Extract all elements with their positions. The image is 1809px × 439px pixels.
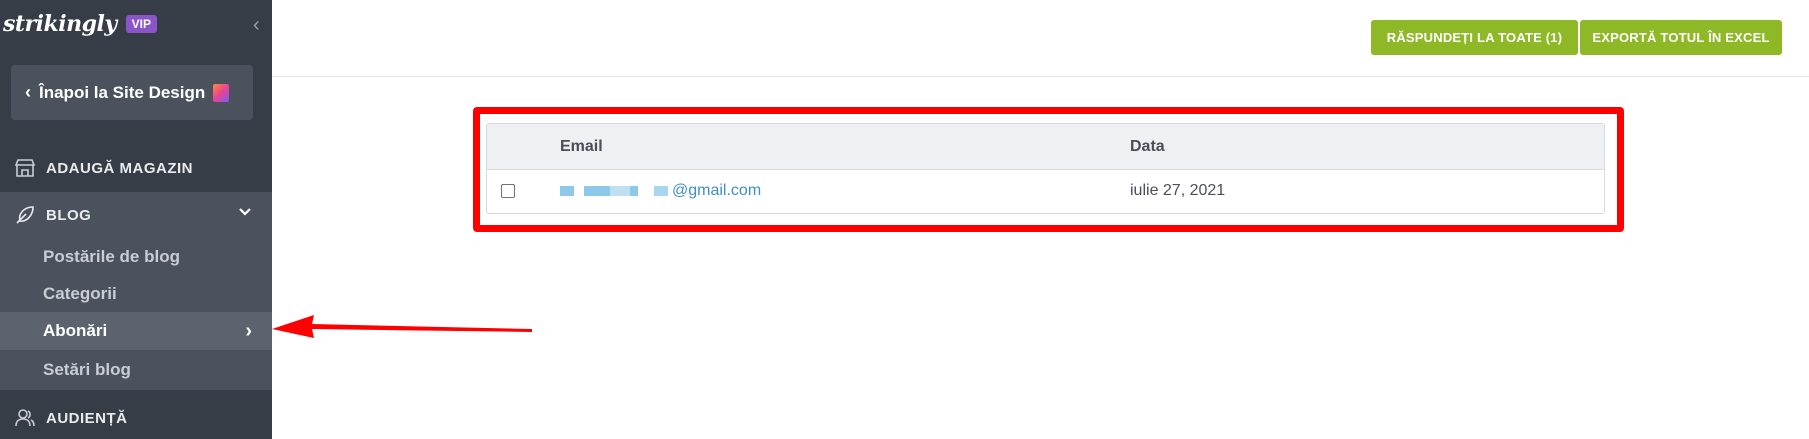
sidebar-item-label: ADAUGĂ MAGAZIN <box>46 159 193 177</box>
email-suffix: @gmail.com <box>672 182 762 199</box>
site-design-icon <box>213 83 230 102</box>
table-row: @gmail.com iulie 27, 2021 <box>487 170 1604 213</box>
subitem-label: Abonări <box>43 321 108 340</box>
store-icon <box>12 156 38 180</box>
subscribers-table: Email Data @gmail.com iulie 27, 2021 <box>486 123 1605 214</box>
sidebar-item-label: AUDIENȚĂ <box>46 409 128 427</box>
feather-icon <box>12 203 38 227</box>
row-checkbox[interactable] <box>501 184 515 198</box>
subitem-label: Postările de blog <box>43 247 180 266</box>
strikingly-logo: strikingly <box>3 11 117 37</box>
top-bar <box>272 0 1809 77</box>
sidebar-subitem-blog-posts[interactable]: Postările de blog <box>0 238 272 276</box>
export-excel-button[interactable]: EXPORTĂ TOTUL ÎN EXCEL <box>1580 20 1782 55</box>
chevron-down-icon <box>238 205 252 223</box>
subitem-label: Categorii <box>43 284 117 303</box>
chevron-left-icon: ‹ <box>25 82 31 102</box>
sidebar-item-blog[interactable]: BLOG <box>0 192 272 238</box>
sidebar-subitem-blog-settings[interactable]: Setări blog <box>0 350 272 390</box>
subscriber-email[interactable]: @gmail.com <box>560 182 761 200</box>
sidebar-subitem-categories[interactable]: Categorii <box>0 276 272 312</box>
sidebar: strikingly VIP ‹ ‹ Înapoi la Site Design… <box>0 0 272 439</box>
reply-all-button[interactable]: RĂSPUNDEȚI LA TOATE (1) <box>1371 20 1578 55</box>
redacted-email-prefix <box>560 186 668 196</box>
column-header-email: Email <box>560 138 603 155</box>
chevron-left-icon[interactable]: ‹ <box>253 14 260 37</box>
subitem-label: Setări blog <box>43 360 131 379</box>
vip-badge: VIP <box>125 15 157 33</box>
table-header: Email Data <box>487 124 1604 170</box>
app: strikingly VIP ‹ ‹ Înapoi la Site Design… <box>0 0 1809 439</box>
sidebar-subitem-subscriptions[interactable]: Abonări › <box>0 312 272 350</box>
sidebar-item-audience[interactable]: AUDIENȚĂ <box>0 398 272 438</box>
brand[interactable]: strikingly VIP <box>3 8 157 40</box>
annotation-arrow-icon <box>272 315 532 338</box>
chevron-right-icon: › <box>245 319 252 342</box>
back-to-site-design-button[interactable]: ‹ Înapoi la Site Design <box>11 65 253 120</box>
sidebar-item-shop[interactable]: ADAUGĂ MAGAZIN <box>0 150 272 186</box>
people-icon <box>12 406 38 430</box>
back-button-label: Înapoi la Site Design <box>39 82 206 102</box>
column-header-date: Data <box>1130 138 1165 155</box>
sidebar-item-label: BLOG <box>46 206 92 224</box>
subscription-date: iulie 27, 2021 <box>1130 182 1226 199</box>
